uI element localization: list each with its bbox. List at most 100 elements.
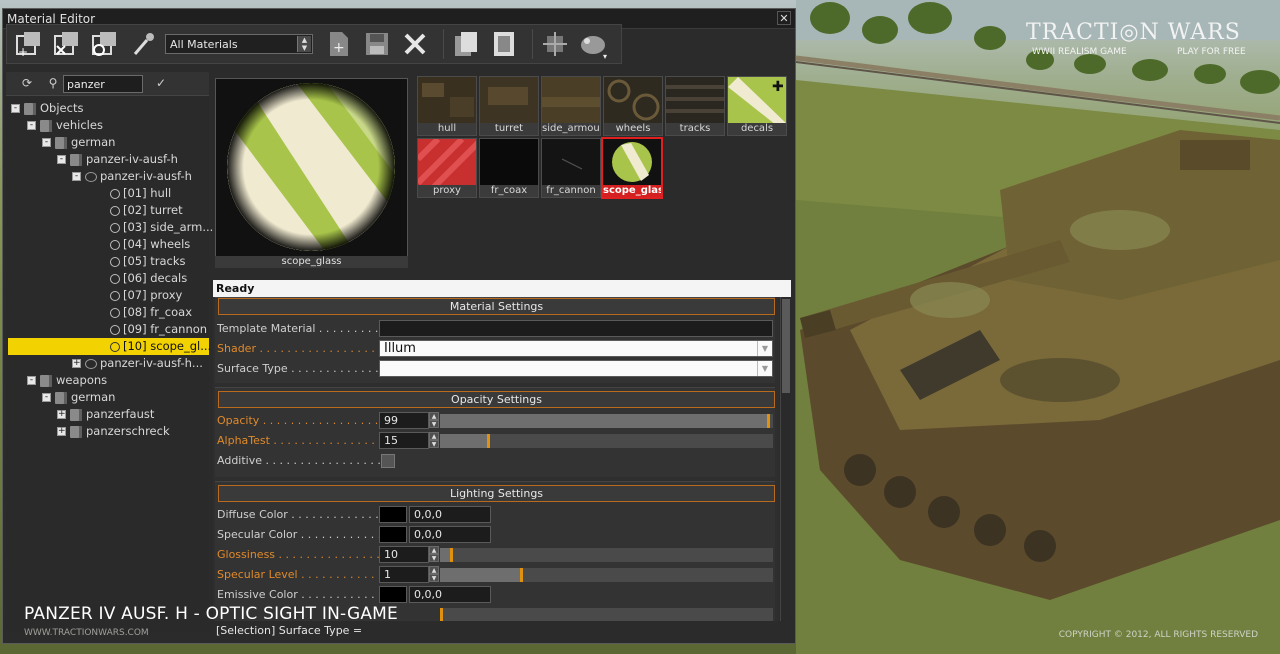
slider-handle[interactable] xyxy=(487,434,490,448)
collapse-icon[interactable]: - xyxy=(42,138,51,147)
slider-handle[interactable] xyxy=(440,608,443,621)
tree-node-label: weapons xyxy=(56,373,108,387)
copy-icon[interactable] xyxy=(450,28,482,60)
specular-level-stepper[interactable]: ▲ ▼ xyxy=(429,566,439,583)
material-thumb-decals[interactable]: ✚ decals xyxy=(727,76,787,136)
emissive-color-swatch[interactable] xyxy=(379,586,407,603)
material-thumb-proxy[interactable]: proxy xyxy=(417,138,477,198)
specular-color-input[interactable]: 0,0,0 xyxy=(409,526,491,543)
material-thumb-fr-cannon[interactable]: fr_cannon xyxy=(541,138,601,198)
tree-node[interactable]: - vehicles xyxy=(27,117,103,134)
diffuse-color-input[interactable]: 0,0,0 xyxy=(409,506,491,523)
material-thumb-hull[interactable]: hull xyxy=(417,76,477,136)
specular-color-swatch[interactable] xyxy=(379,526,407,543)
shader-select[interactable]: Illum ▼ xyxy=(379,340,773,357)
collapse-icon[interactable]: - xyxy=(27,376,36,385)
material-node[interactable]: [07] proxy xyxy=(110,287,182,304)
collapse-icon[interactable]: - xyxy=(27,121,36,130)
collapse-icon[interactable]: - xyxy=(11,104,20,113)
refresh-icon[interactable]: ⟳ xyxy=(20,76,34,90)
chevron-down-icon[interactable]: ▼ xyxy=(757,361,772,376)
tree-node[interactable]: - panzer-iv-ausf-h xyxy=(72,168,192,185)
search-input[interactable] xyxy=(63,75,143,93)
opacity-stepper[interactable]: ▲ ▼ xyxy=(429,412,439,429)
glossiness-label: Glossiness . . . . . . . . . . . . . . . xyxy=(217,548,380,561)
glossiness-slider[interactable] xyxy=(440,548,773,562)
material-node-selected[interactable]: [10] scope_gl... xyxy=(8,338,211,355)
material-node[interactable]: [03] side_arm... xyxy=(110,219,213,236)
partial-slider[interactable] xyxy=(440,608,773,621)
material-preview[interactable] xyxy=(215,78,408,268)
material-thumb-side-armour[interactable]: side_armour xyxy=(541,76,601,136)
material-node[interactable]: [06] decals xyxy=(110,270,187,287)
material-thumb-wheels[interactable]: wheels xyxy=(603,76,663,136)
material-node[interactable]: [08] fr_coax xyxy=(110,304,192,321)
collapse-icon[interactable]: - xyxy=(42,393,51,402)
slider-handle[interactable] xyxy=(450,548,453,562)
glossiness-input[interactable]: 10 xyxy=(379,546,429,563)
tree-node[interactable]: + panzerschreck xyxy=(57,423,170,440)
tree-node[interactable]: - panzer-iv-ausf-h xyxy=(57,151,178,168)
glossiness-row: Glossiness . . . . . . . . . . . . . . .… xyxy=(217,546,773,564)
paste-icon[interactable] xyxy=(488,28,520,60)
remove-objects-icon[interactable] xyxy=(51,28,83,60)
new-material-icon[interactable]: + xyxy=(323,28,355,60)
thumb-label: decals xyxy=(728,123,786,135)
opacity-slider[interactable] xyxy=(440,414,773,428)
properties-scrollbar[interactable] xyxy=(780,297,791,621)
surface-type-select[interactable]: ▼ xyxy=(379,360,773,377)
specular-level-row: Specular Level . . . . . . . . . . . . 1… xyxy=(217,566,773,584)
preview-mesh-icon[interactable] xyxy=(539,28,571,60)
opacity-input[interactable]: 99 xyxy=(379,412,429,429)
tree-node[interactable]: - weapons xyxy=(27,372,107,389)
section-header[interactable]: Lighting Settings xyxy=(218,485,775,502)
specular-level-input[interactable]: 1 xyxy=(379,566,429,583)
material-node[interactable]: [04] wheels xyxy=(110,236,190,253)
additive-checkbox[interactable] xyxy=(381,454,395,468)
material-node[interactable]: [05] tracks xyxy=(110,253,186,270)
close-button[interactable]: ✕ xyxy=(777,11,791,25)
emissive-color-input[interactable]: 0,0,0 xyxy=(409,586,491,603)
tree-node[interactable]: - german xyxy=(42,134,115,151)
material-node[interactable]: [01] hull xyxy=(110,185,171,202)
scrollbar-thumb[interactable] xyxy=(782,299,790,393)
template-material-field[interactable] xyxy=(379,320,773,337)
expand-icon[interactable]: + xyxy=(57,410,66,419)
tree-node[interactable]: - Objects xyxy=(11,100,83,117)
slider-handle[interactable] xyxy=(520,568,523,582)
alphatest-slider[interactable] xyxy=(440,434,773,448)
mesh-icon xyxy=(85,358,97,369)
add-objects-icon[interactable]: + xyxy=(13,28,45,60)
tree-node[interactable]: - german xyxy=(42,389,115,406)
specular-level-slider[interactable] xyxy=(440,568,773,582)
expand-icon[interactable]: + xyxy=(72,359,81,368)
tree-node[interactable]: + panzer-iv-ausf-h... xyxy=(72,355,203,372)
apply-filter-icon[interactable]: ✓ xyxy=(154,76,168,90)
alphatest-input[interactable]: 15 xyxy=(379,432,429,449)
preview-options-icon[interactable]: ▾ xyxy=(577,28,609,60)
material-filter-select[interactable]: All Materials ▲ ▼ xyxy=(165,34,313,54)
eyedropper-icon[interactable] xyxy=(127,28,159,60)
material-thumb-scope-glass[interactable]: scope_glass xyxy=(601,137,663,199)
material-thumb-turret[interactable]: turret xyxy=(479,76,539,136)
diffuse-color-swatch[interactable] xyxy=(379,506,407,523)
section-header[interactable]: Opacity Settings xyxy=(218,391,775,408)
collapse-icon[interactable]: - xyxy=(72,172,81,181)
refresh-objects-icon[interactable] xyxy=(89,28,121,60)
alphatest-stepper[interactable]: ▲ ▼ xyxy=(429,432,439,449)
material-node[interactable]: [09] fr_cannon xyxy=(110,321,207,338)
chevron-down-icon[interactable]: ▼ xyxy=(757,341,772,356)
material-thumb-fr-coax[interactable]: fr_coax xyxy=(479,138,539,198)
delete-icon[interactable] xyxy=(399,28,431,60)
glossiness-stepper[interactable]: ▲ ▼ xyxy=(429,546,439,563)
save-icon[interactable] xyxy=(361,28,393,60)
expand-icon[interactable]: + xyxy=(57,427,66,436)
thumb-label: wheels xyxy=(604,123,662,135)
tree-node[interactable]: + panzerfaust xyxy=(57,406,154,423)
chevron-down-icon[interactable]: ▲ ▼ xyxy=(297,36,311,52)
slider-handle[interactable] xyxy=(767,414,770,428)
section-header[interactable]: Material Settings xyxy=(218,298,775,315)
material-thumb-tracks[interactable]: tracks xyxy=(665,76,725,136)
material-node[interactable]: [02] turret xyxy=(110,202,183,219)
collapse-icon[interactable]: - xyxy=(57,155,66,164)
